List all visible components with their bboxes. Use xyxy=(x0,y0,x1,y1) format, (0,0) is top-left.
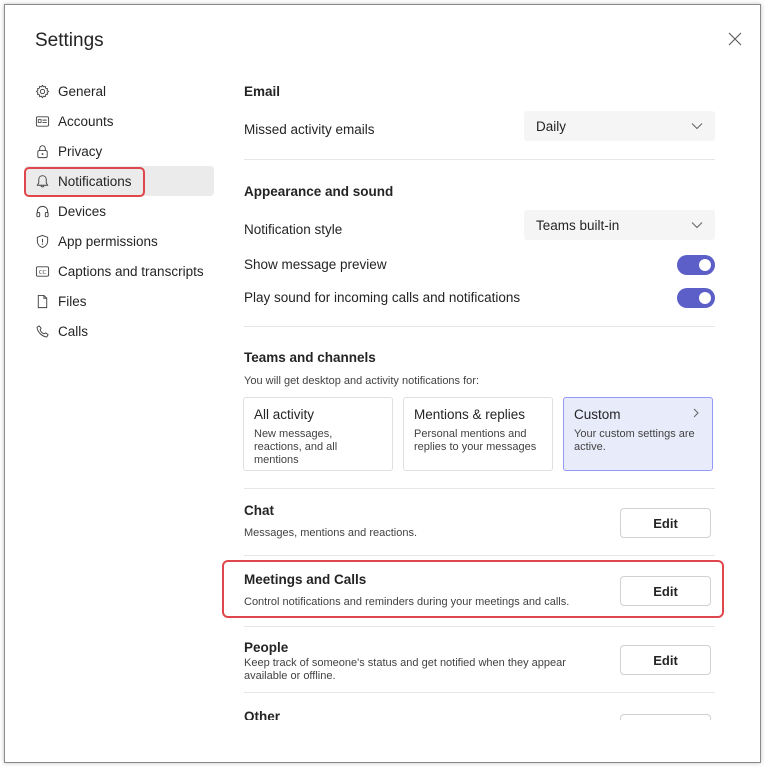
headset-icon xyxy=(34,203,50,219)
svg-text:CC: CC xyxy=(38,269,46,275)
file-icon xyxy=(34,293,50,309)
sidebar-item-accounts[interactable]: Accounts xyxy=(24,106,214,136)
shield-icon xyxy=(34,233,50,249)
card-all-activity[interactable]: All activity New messages, reactions, an… xyxy=(243,397,393,471)
meetings-section-title: Meetings and Calls xyxy=(244,572,367,587)
chat-edit-button[interactable]: Edit xyxy=(620,508,711,538)
phone-icon xyxy=(34,323,50,339)
message-preview-label: Show message preview xyxy=(244,257,387,272)
divider xyxy=(244,626,715,627)
sidebar-item-label: General xyxy=(58,83,107,99)
scroll-clip xyxy=(220,720,740,760)
sidebar-item-label: Captions and transcripts xyxy=(58,263,204,279)
card-description: Your custom settings are active. xyxy=(574,428,695,453)
divider xyxy=(244,326,715,327)
bell-icon xyxy=(34,173,50,189)
gear-icon xyxy=(34,83,50,99)
divider xyxy=(244,692,715,693)
sidebar-item-label: Files xyxy=(58,293,87,309)
sidebar-item-label: Notifications xyxy=(58,173,132,189)
chat-section-title: Chat xyxy=(244,503,274,518)
notification-style-select[interactable]: Teams built-in xyxy=(524,210,715,240)
sidebar-item-calls[interactable]: Calls xyxy=(24,316,214,346)
toggle-knob xyxy=(699,292,711,304)
card-mentions-replies[interactable]: Mentions & replies Personal mentions and… xyxy=(403,397,553,471)
play-sound-toggle[interactable] xyxy=(677,288,715,308)
sidebar-item-label: Devices xyxy=(58,203,107,219)
card-description: Personal mentions and replies to your me… xyxy=(414,428,537,453)
email-section-title: Email xyxy=(244,84,281,99)
meetings-edit-button[interactable]: Edit xyxy=(620,576,711,606)
chevron-down-icon xyxy=(691,123,703,130)
chevron-right-icon xyxy=(693,408,699,418)
divider xyxy=(244,159,715,160)
chat-section-description: Messages, mentions and reactions. xyxy=(244,527,418,539)
sidebar-item-devices[interactable]: Devices xyxy=(24,196,214,226)
sidebar-item-app-permissions[interactable]: App permissions xyxy=(24,226,214,256)
sidebar-item-privacy[interactable]: Privacy xyxy=(24,136,214,166)
card-custom[interactable]: Custom Your custom settings are active. xyxy=(563,397,713,471)
appearance-section-title: Appearance and sound xyxy=(244,184,394,199)
settings-sidebar: General Accounts Privacy Notifications D… xyxy=(24,76,214,346)
sidebar-item-general[interactable]: General xyxy=(24,76,214,106)
missed-activity-value: Daily xyxy=(536,118,567,134)
sidebar-item-files[interactable]: Files xyxy=(24,286,214,316)
divider xyxy=(244,555,715,556)
card-title: Custom xyxy=(574,407,621,422)
toggle-knob xyxy=(699,259,711,271)
sidebar-item-label: Privacy xyxy=(58,143,103,159)
sidebar-item-notifications[interactable]: Notifications xyxy=(24,166,214,196)
teams-section-subtitle: You will get desktop and activity notifi… xyxy=(244,375,480,387)
sidebar-item-label: Accounts xyxy=(58,113,114,129)
card-title: All activity xyxy=(254,407,315,422)
meetings-section-description: Control notifications and reminders duri… xyxy=(244,596,570,608)
sidebar-item-label: App permissions xyxy=(58,233,158,249)
teams-section-title: Teams and channels xyxy=(244,350,376,365)
card-title: Mentions & replies xyxy=(414,407,526,422)
missed-activity-label: Missed activity emails xyxy=(244,122,375,137)
notification-style-value: Teams built-in xyxy=(536,217,620,233)
play-sound-label: Play sound for incoming calls and notifi… xyxy=(244,290,521,305)
message-preview-toggle[interactable] xyxy=(677,255,715,275)
people-edit-button[interactable]: Edit xyxy=(620,645,711,675)
chevron-down-icon xyxy=(691,222,703,229)
divider xyxy=(244,488,715,489)
close-icon[interactable] xyxy=(727,31,743,47)
id-card-icon xyxy=(34,113,50,129)
cc-icon: CC xyxy=(34,263,50,279)
card-description: New messages, reactions, and all mention… xyxy=(254,428,338,466)
people-section-description: Keep track of someone's status and get n… xyxy=(244,657,566,682)
sidebar-item-label: Calls xyxy=(58,323,89,339)
sidebar-item-captions[interactable]: CC Captions and transcripts xyxy=(24,256,214,286)
dialog-title: Settings xyxy=(35,30,104,51)
notification-style-label: Notification style xyxy=(244,222,343,237)
people-section-title: People xyxy=(244,640,289,655)
missed-activity-select[interactable]: Daily xyxy=(524,111,715,141)
lock-icon xyxy=(34,143,50,159)
